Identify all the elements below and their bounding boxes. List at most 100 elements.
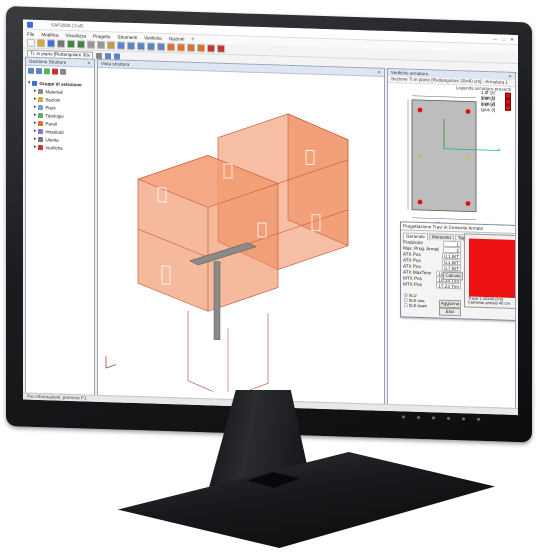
results-icon[interactable]: [217, 44, 225, 53]
folder-icon: [38, 104, 44, 110]
structure-manager-pane: Gestione Strutture ✕ ▾ Gruppi di selezion…: [25, 56, 95, 396]
copy-icon[interactable]: [97, 40, 105, 50]
tree-item-label: Tipologie: [45, 112, 64, 119]
tree-item-label: Gruppi di selezione: [39, 80, 82, 87]
chevron-down-icon[interactable]: ▾: [28, 80, 30, 86]
folder-icon: [38, 144, 44, 150]
cut-icon[interactable]: [87, 40, 95, 49]
rotate-icon[interactable]: [157, 42, 165, 51]
monitor-button: [402, 415, 405, 419]
tree-item[interactable]: ▸ Verifiche: [28, 143, 92, 153]
monitor-button: [432, 416, 435, 420]
zoom-in-icon[interactable]: [117, 41, 125, 50]
folder-icon: [38, 112, 44, 118]
tree-item-label: Utente: [45, 136, 59, 143]
tree-item-label: Sezioni: [45, 96, 61, 103]
chevron-right-icon[interactable]: ▸: [34, 88, 36, 94]
folder-icon: [38, 128, 44, 134]
checkbox-group: ☑ SLU ☐ SLE rara ☐ SLE quasi: [404, 293, 427, 309]
menu-verifiche[interactable]: Verifiche: [144, 35, 162, 41]
close-icon[interactable]: ✕: [508, 73, 512, 79]
print-icon[interactable]: [57, 39, 65, 48]
folder-icon: [38, 120, 44, 126]
view-yz-icon[interactable]: [197, 44, 205, 53]
monitor-button: [447, 416, 450, 420]
pane-title: Vista struttura: [101, 60, 130, 67]
close-icon[interactable]: ✕: [87, 60, 91, 66]
filter-icon[interactable]: [114, 52, 120, 60]
menu-strumenti[interactable]: Strumenti: [118, 34, 138, 40]
menu-help[interactable]: ?: [191, 36, 194, 41]
monitor-button: [462, 417, 465, 421]
select-icon[interactable]: [105, 52, 111, 59]
folder-icon: [38, 136, 44, 142]
folder-icon: [38, 88, 44, 94]
add-icon[interactable]: [44, 68, 50, 75]
field-label: MTX Pos: [403, 281, 422, 288]
pane-title: Gestione Strutture: [29, 58, 67, 65]
expand-icon[interactable]: [28, 67, 34, 74]
esci-button[interactable]: Esci: [439, 307, 461, 317]
folder-icon: [38, 96, 44, 102]
calcola-button[interactable]: Calcola: [443, 271, 463, 281]
chevron-right-icon[interactable]: ▸: [34, 120, 36, 126]
save-icon[interactable]: [47, 39, 55, 48]
chevron-down-icon[interactable]: [96, 52, 102, 59]
open-icon[interactable]: [37, 38, 45, 48]
menu-modifica[interactable]: Modifica: [41, 32, 58, 38]
chevron-right-icon[interactable]: ▸: [34, 136, 36, 142]
view-xy-icon[interactable]: [177, 43, 185, 52]
zoom-extents-icon[interactable]: [137, 42, 145, 51]
cross-section-drawing: [407, 95, 501, 220]
close-icon[interactable]: ✕: [377, 69, 381, 75]
field-value[interactable]: 17.23 T/m: [436, 282, 461, 290]
tree-item-label: Impalcati: [45, 128, 64, 135]
plot-caption-line-2: Cemento armato 40 cm: [468, 299, 510, 306]
paste-icon[interactable]: [107, 41, 115, 50]
checkbox-label: SLE quasi: [408, 302, 427, 309]
close-button[interactable]: ✕: [510, 36, 514, 42]
section-check-pane: Verifiche armature ✕ Sezione Tr.in piano…: [387, 67, 516, 410]
new-icon[interactable]: [27, 38, 35, 47]
folder-icon: [32, 80, 38, 86]
checkbox-sle-quasi[interactable]: ☐ SLE quasi: [404, 303, 427, 309]
menu-visualizza[interactable]: Visualizza: [66, 32, 87, 38]
tree-item-label: Verifiche: [45, 144, 63, 151]
plot-caption: Trave 1 30X40 (cm) Cemento armato 40 cm: [468, 296, 510, 306]
tree-item-label: Pareti: [45, 120, 58, 127]
tree-item-label: Piani: [45, 104, 56, 111]
monitor-stand-base: [117, 452, 495, 548]
run-icon[interactable]: [207, 44, 215, 53]
chevron-right-icon[interactable]: ▸: [34, 144, 36, 150]
delete-icon[interactable]: [52, 68, 58, 75]
tree-item-label: Materiali: [45, 88, 63, 95]
monitor-bezel: SAP2000 | CoB — □ ✕ File Modifica Visual…: [6, 6, 532, 443]
model-view-pane: Vista struttura ✕: [97, 58, 385, 405]
undo-icon[interactable]: [67, 39, 75, 49]
stress-diagram: Trave 1 30X40 (cm) Cemento armato 40 cm: [464, 233, 516, 310]
maximize-button[interactable]: □: [502, 36, 505, 42]
properties-icon[interactable]: [60, 68, 66, 75]
power-button: [477, 417, 480, 421]
dialog-field: MTX Pos 17.23 T/m: [403, 281, 461, 290]
stress-fill: [469, 238, 516, 299]
view-3d-icon[interactable]: [167, 43, 175, 52]
monitor-button: [417, 415, 420, 420]
menu-file[interactable]: File: [27, 31, 34, 36]
beam-design-dialog: Progettazione Travi in Cemento Armato x …: [400, 221, 516, 322]
redo-icon[interactable]: [77, 40, 85, 49]
building-3d-model[interactable]: [98, 68, 384, 397]
menu-opzioni[interactable]: Opzioni: [169, 36, 185, 41]
chevron-right-icon[interactable]: ▸: [34, 104, 36, 110]
collapse-icon[interactable]: [36, 67, 42, 75]
menu-progetto[interactable]: Progetto: [93, 33, 110, 39]
minimize-button[interactable]: —: [493, 36, 498, 42]
pan-icon[interactable]: [147, 42, 155, 51]
monitor-buttons: [402, 415, 480, 421]
chevron-right-icon[interactable]: ▸: [34, 96, 36, 102]
screen: SAP2000 | CoB — □ ✕ File Modifica Visual…: [23, 19, 518, 416]
view-xz-icon[interactable]: [187, 43, 195, 52]
chevron-right-icon[interactable]: ▸: [34, 128, 36, 134]
zoom-out-icon[interactable]: [127, 41, 135, 51]
chevron-right-icon[interactable]: ▸: [34, 112, 36, 118]
